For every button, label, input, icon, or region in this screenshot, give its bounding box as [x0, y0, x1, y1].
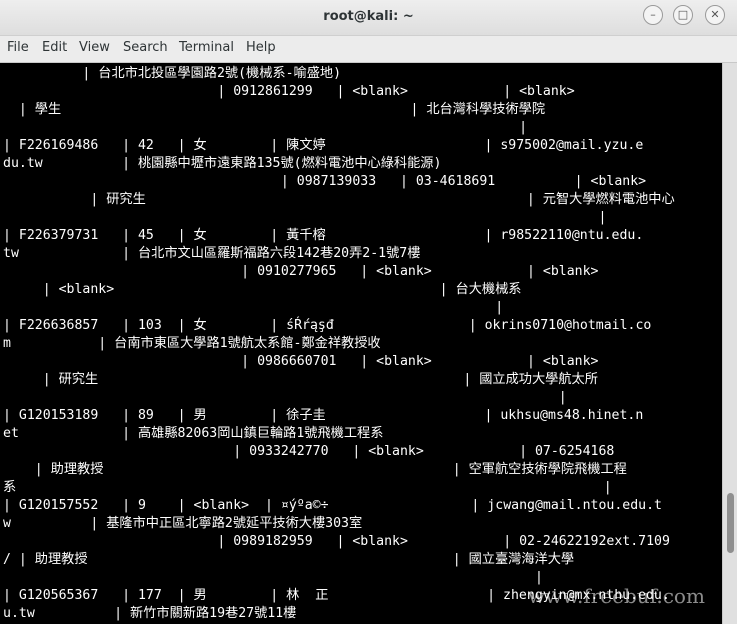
- terminal-line: |: [3, 570, 543, 585]
- terminal-line: | 研究生 | 國立成功大學航太所: [3, 372, 598, 387]
- terminal-line: | F226379731 | 45 | 女 | 黃千榕 | r98522110@…: [3, 228, 644, 243]
- terminal-line: |: [3, 120, 528, 135]
- menu-view[interactable]: View: [79, 40, 110, 55]
- terminal-line: | F226169486 | 42 | 女 | 陳文婷 | s975002@ma…: [3, 138, 644, 153]
- title-bar[interactable]: root@kali: ~ – □ ✕: [0, 0, 737, 36]
- terminal-line: / | 助理教授 | 國立臺灣海洋大學: [3, 552, 575, 567]
- terminal-output[interactable]: | 台北市北投區學園路2號(機械系-喻盛地) | 0912861299 | <b…: [0, 63, 722, 624]
- terminal-text: | 台北市北投區學園路2號(機械系-喻盛地) | 0912861299 | <b…: [3, 65, 675, 623]
- terminal-line: m | 台南市東區大學路1號航太系館-鄭金祥教授收: [3, 336, 381, 351]
- terminal-line: |: [3, 300, 504, 315]
- terminal-line: | 台北市北投區學園路2號(機械系-喻盛地): [3, 66, 342, 81]
- terminal-line: | 研究生 | 元智大學燃料電池中心: [3, 192, 675, 207]
- terminal-line: | 助理教授 | 空軍航空技術學院飛機工程: [3, 462, 627, 477]
- terminal-line: | 0912861299 | <blank> | <blank>: [3, 84, 575, 99]
- terminal-line: et | 高雄縣82063岡山鎮巨輪路1號飛機工程系: [3, 426, 384, 441]
- terminal-line: | <blank> | 台大機械系: [3, 282, 522, 297]
- terminal-line: w | 基隆市中正區北寧路2號延平技術大樓303室: [3, 516, 363, 531]
- terminal-line: | G120153189 | 89 | 男 | 徐子圭 | ukhsu@ms48…: [3, 408, 644, 423]
- terminal-line: u.tw | 新竹市關新路19巷27號11樓: [3, 606, 297, 621]
- terminal-line: |: [3, 210, 607, 225]
- terminal-line: du.tw | 桃園縣中壢市遠東路135號(燃料電池中心綠科能源): [3, 156, 442, 171]
- window-title: root@kali: ~: [323, 9, 414, 24]
- menu-bar: File Edit View Search Terminal Help: [0, 36, 737, 63]
- menu-terminal[interactable]: Terminal: [179, 40, 234, 55]
- terminal-window: root@kali: ~ – □ ✕ File Edit View Search…: [0, 0, 737, 624]
- terminal-line: | 0986660701 | <blank> | <blank>: [3, 354, 599, 369]
- terminal-line: 系 |: [3, 480, 612, 495]
- terminal-line: | 0987139033 | 03-4618691 | <blank>: [3, 174, 647, 189]
- maximize-icon[interactable]: □: [673, 5, 693, 25]
- terminal-line: tw | 台北市文山區羅斯福路六段142巷20弄2-1號7樓: [3, 246, 421, 261]
- terminal-line: | 學生 | 北台灣科學技術學院: [3, 102, 546, 117]
- terminal-line: | 0989182959 | <blank> | 02-24622192ext.…: [3, 534, 670, 549]
- terminal-line: | F226636857 | 103 | 女 | śŔŕąşđ | okrins…: [3, 318, 652, 333]
- scrollbar-thumb[interactable]: [727, 493, 734, 553]
- menu-search[interactable]: Search: [123, 40, 168, 55]
- vertical-scrollbar[interactable]: [722, 63, 737, 624]
- minimize-icon[interactable]: –: [643, 5, 663, 25]
- watermark-text: www.freebuf.com: [528, 584, 705, 608]
- close-icon[interactable]: ✕: [705, 5, 725, 25]
- menu-edit[interactable]: Edit: [42, 40, 67, 55]
- menu-help[interactable]: Help: [246, 40, 276, 55]
- menu-file[interactable]: File: [7, 40, 29, 55]
- terminal-line: |: [3, 390, 567, 405]
- terminal-line: | 0933242770 | <blank> | 07-6254168: [3, 444, 615, 459]
- terminal-line: | 0910277965 | <blank> | <blank>: [3, 264, 599, 279]
- terminal-line: | G120157552 | 9 | <blank> | ¤ýºa©÷ | jc…: [3, 498, 662, 513]
